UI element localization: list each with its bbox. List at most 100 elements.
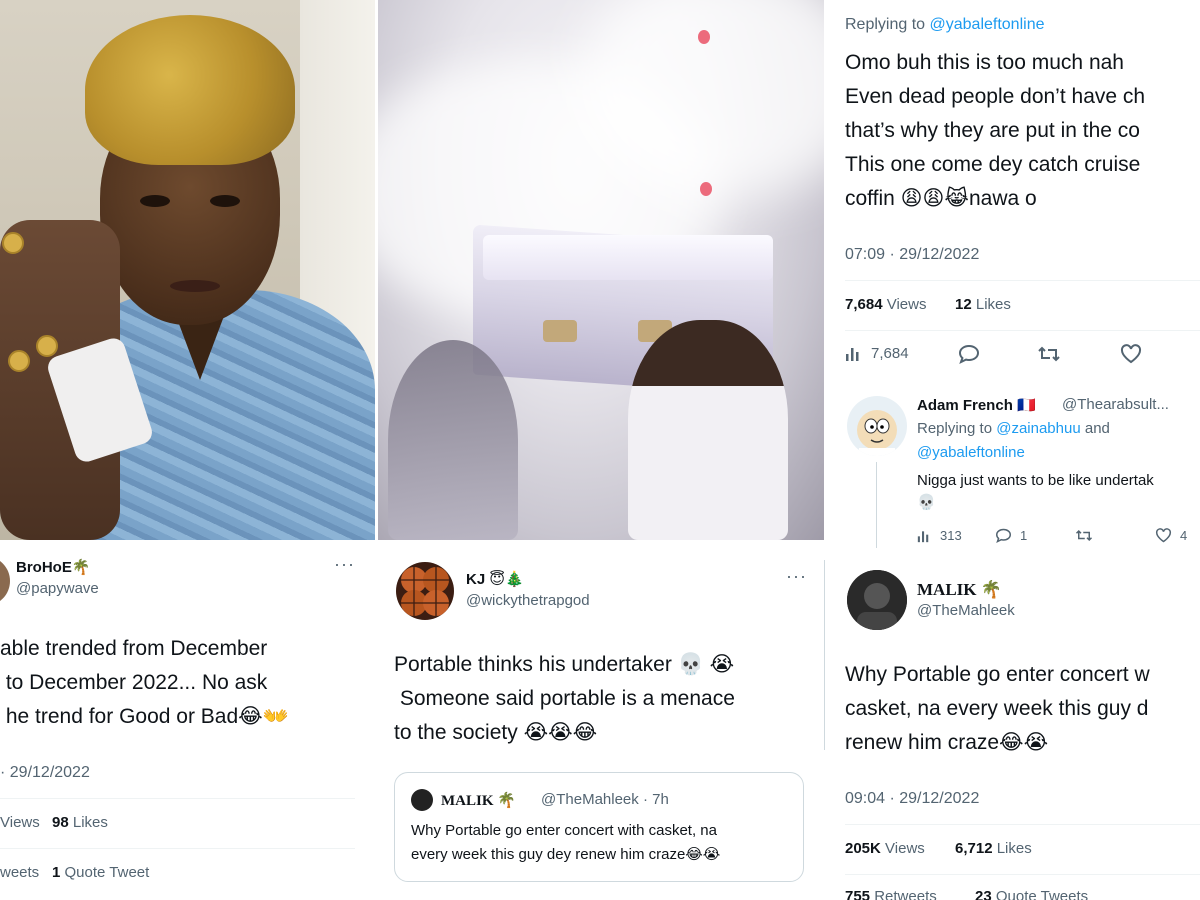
analytics-icon	[917, 531, 929, 543]
tweet-body: Nigga just wants to be like undertak 💀	[917, 472, 1154, 511]
views-label: Views	[886, 296, 927, 313]
quoted-author-handle: @TheMahleek · 7h	[541, 791, 669, 808]
tweet-timestamp[interactable]: · 29/12/2022	[0, 764, 90, 782]
replying-to-line: Replying to @zainabhuu and	[917, 420, 1110, 437]
views-count: 205K	[845, 840, 881, 857]
views-stat[interactable]: Views	[0, 814, 40, 831]
reply-tweet-yabaleft: Replying to @yabaleftonline Omo buh this…	[825, 0, 1200, 380]
quoted-avatar	[411, 789, 433, 811]
quoted-tweet-body: Why Portable go enter concert with caske…	[411, 822, 721, 863]
replying-handle-link[interactable]: @zainabhuu	[996, 420, 1080, 437]
avatar[interactable]	[847, 570, 907, 630]
heart-icon	[1155, 528, 1172, 543]
analytics-icon	[846, 348, 859, 361]
reply-icon	[958, 344, 980, 364]
reply-count: 1	[1020, 528, 1028, 543]
author-handle[interactable]: @Thearabsult...	[1062, 396, 1169, 413]
pallbearer	[628, 320, 788, 540]
likes-label: Likes	[996, 840, 1032, 857]
likes-stat[interactable]: 6,712 Likes	[955, 840, 1032, 857]
replying-handle-link[interactable]: @yabaleftonline	[930, 16, 1045, 33]
quote-tweets-stat[interactable]: 23 Quote Tweets	[975, 888, 1088, 900]
basketballs-avatar-icon	[401, 567, 449, 616]
person-photo-avatar-icon	[847, 570, 907, 630]
divider	[845, 824, 1200, 825]
quoted-author-name: MALIK 🌴	[441, 793, 516, 809]
photo-casket-smoke	[378, 0, 824, 540]
views-count: 7,684	[845, 296, 883, 313]
replying-and: and	[1084, 420, 1110, 437]
tweet-kj: KJ 😇🎄 @wickythetrapgod ··· Portable thin…	[378, 548, 824, 900]
left-eye	[140, 195, 170, 207]
likes-count: 12	[955, 296, 972, 313]
tweet-timestamp[interactable]: 09:04 · 29/12/2022	[845, 790, 979, 808]
author-handle[interactable]: @papywave	[16, 580, 99, 597]
quote-count: 1	[52, 864, 61, 881]
retweet-button[interactable]	[1037, 344, 1061, 364]
likes-stat[interactable]: 12 Likes	[955, 296, 1011, 313]
quote-tweets-stat[interactable]: 1 Quote Tweet	[52, 864, 149, 881]
author-name[interactable]: BroHoE🌴	[16, 558, 91, 576]
like-count: 4	[1180, 528, 1188, 543]
retweets-label: weets	[0, 864, 40, 881]
views-stat[interactable]: 7,684 Views	[845, 296, 926, 313]
avatar[interactable]	[0, 556, 10, 606]
author-name[interactable]: Adam French 🇫🇷	[917, 396, 1036, 414]
light-dot	[700, 182, 712, 196]
author-handle[interactable]: @TheMahleek	[917, 602, 1015, 619]
retweets-stat[interactable]: weets	[0, 864, 39, 881]
divider	[0, 848, 355, 849]
gold-ring	[36, 335, 58, 357]
like-button[interactable]: 4	[1155, 528, 1187, 543]
more-options-icon[interactable]: ···	[786, 566, 807, 587]
author-name[interactable]: KJ 😇🎄	[466, 570, 524, 588]
casket-lid	[483, 235, 773, 280]
views-action-count: 7,684	[871, 344, 909, 362]
likes-count: 98	[52, 814, 69, 831]
mouth	[170, 280, 220, 292]
retweets-label: Retweets	[874, 888, 937, 900]
views-label: Views	[885, 840, 925, 857]
reply-button[interactable]: 1	[995, 528, 1027, 543]
likes-stat[interactable]: 98 Likes	[52, 814, 108, 831]
reply-button[interactable]	[958, 344, 980, 364]
retweets-count: 755	[845, 888, 871, 900]
views-action-button[interactable]: 313	[917, 528, 962, 543]
replying-to-line: Replying to @yabaleftonline	[845, 16, 1044, 34]
author-name[interactable]: MALIK 🌴	[917, 580, 1002, 600]
gold-ring	[8, 350, 30, 372]
yellow-hair	[85, 15, 295, 165]
reply-icon	[995, 528, 1012, 543]
tweet-body: Portable thinks his undertaker 💀 😭 Someo…	[394, 653, 735, 744]
reply-tweet-adam-french: Adam French 🇫🇷 @Thearabsult... Replying …	[825, 380, 1200, 548]
retweet-button[interactable]	[1075, 528, 1093, 543]
replying-handle-link[interactable]: @yabaleftonline	[917, 444, 1025, 461]
divider	[0, 798, 355, 799]
tweet-timestamp[interactable]: 07:09 · 29/12/2022	[845, 246, 979, 264]
avatar[interactable]	[396, 562, 454, 620]
gold-ring	[2, 232, 24, 254]
quoted-tweet-card[interactable]: MALIK 🌴 @TheMahleek · 7h Why Portable go…	[394, 772, 804, 882]
tweet-body: able trended from December to December 2…	[0, 637, 289, 728]
replying-prefix: Replying to	[845, 16, 926, 33]
tweet-brohoe: BroHoE🌴 @papywave ··· able trended from …	[0, 548, 375, 900]
replying-to-line-2: @yabaleftonline	[917, 444, 1025, 461]
photo-man-yellow-hair	[0, 0, 375, 540]
views-action-button[interactable]: 7,684	[845, 344, 909, 362]
replying-prefix: Replying to	[917, 420, 993, 437]
like-button[interactable]	[1120, 344, 1142, 364]
retweet-icon	[1075, 529, 1093, 542]
author-handle[interactable]: @wickythetrapgod	[466, 592, 590, 609]
avatar[interactable]	[847, 396, 907, 456]
likes-count: 6,712	[955, 840, 993, 857]
likes-label: Likes	[72, 814, 108, 831]
retweets-stat[interactable]: 755 Retweets	[845, 888, 937, 900]
quote-label: Quote Tweet	[64, 864, 150, 881]
views-count: 313	[940, 528, 962, 543]
cartoon-avatar-icon	[857, 410, 897, 456]
tweet-body: Why Portable go enter concert w casket, …	[845, 663, 1150, 754]
more-options-icon[interactable]: ···	[334, 554, 355, 575]
views-stat[interactable]: 205K Views	[845, 840, 925, 857]
retweet-icon	[1038, 346, 1060, 362]
thread-line	[876, 462, 877, 548]
